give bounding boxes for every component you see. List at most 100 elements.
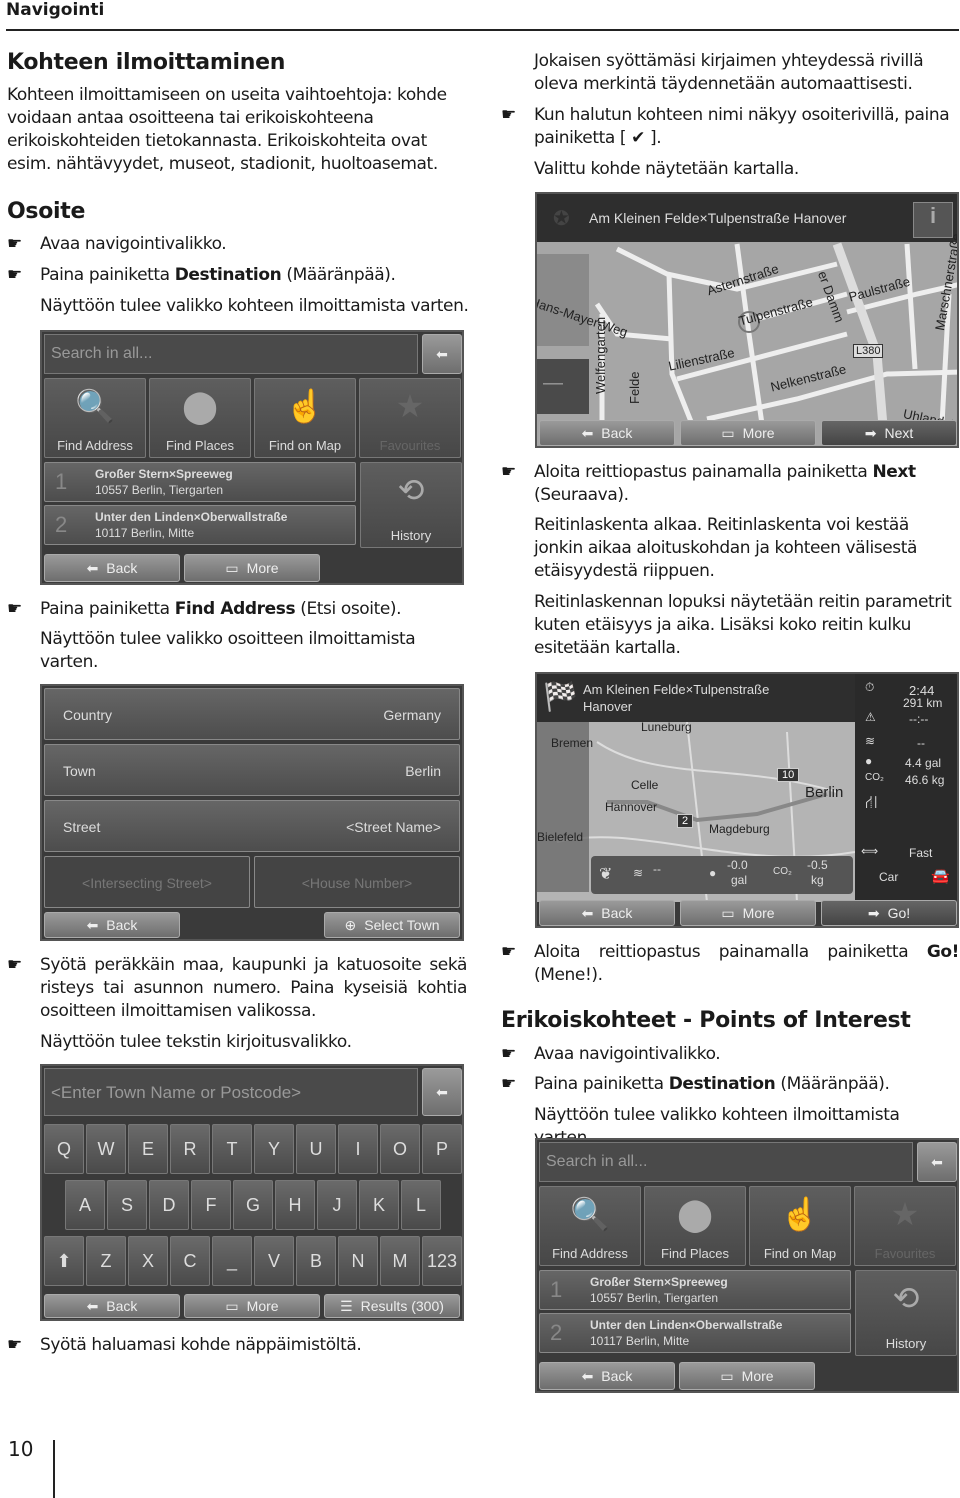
tile-find-address[interactable]: 🔍 Find Address	[44, 378, 146, 458]
key[interactable]: M	[380, 1236, 420, 1286]
pin-icon: ⬤	[677, 1196, 713, 1232]
town-input[interactable]: <Enter Town Name or Postcode>	[44, 1068, 418, 1116]
back-button[interactable]: ⬅ Back	[44, 1294, 180, 1318]
map-screenshot: ✪ Am Kleinen Felde×Tulpenstraße Hanover …	[535, 192, 959, 448]
divider	[53, 1440, 55, 1498]
back-button[interactable]: ⬅ Back	[539, 1362, 675, 1390]
more-button[interactable]: ▭ More	[184, 1294, 320, 1318]
street-row[interactable]: Street <Street Name>	[44, 800, 460, 852]
hand-pointer-icon: ☛	[501, 1044, 516, 1064]
go-button[interactable]: ➡ Go!	[821, 900, 957, 926]
section-header: Navigointi	[6, 0, 105, 20]
note: Näyttöön tulee valikko kohteen ilmoittam…	[40, 296, 469, 316]
history-icon: ⟲	[397, 472, 425, 508]
note: Näyttöön tulee valikko osoitteen ilmoitt…	[40, 629, 416, 672]
house-number-row[interactable]: <House Number>	[254, 856, 460, 908]
more-button[interactable]: ▭ More	[680, 900, 816, 926]
country-row[interactable]: Country Germany	[44, 688, 460, 740]
tile-find-on-map[interactable]: ☝ Find on Map	[749, 1186, 851, 1266]
history-button[interactable]: ⟲ History	[360, 462, 462, 548]
key[interactable]: 123	[422, 1236, 462, 1286]
tile-favourites[interactable]: ★ Favourites	[359, 378, 461, 458]
road-number: 10	[777, 768, 800, 782]
key[interactable]: Y	[254, 1124, 294, 1174]
zoom-out-icon[interactable]: —	[543, 372, 563, 395]
tile-find-places[interactable]: ⬤ Find Places	[149, 378, 251, 458]
back-button[interactable]: ⬅ Back	[44, 554, 180, 582]
backspace-button[interactable]: ⬅	[917, 1142, 957, 1182]
key[interactable]: N	[338, 1236, 378, 1286]
tile-find-places[interactable]: ⬤ Find Places	[644, 1186, 746, 1266]
back-button[interactable]: ⬅ Back	[539, 420, 675, 446]
bullet: ☛ Syötä haluamasi kohde näppäimistöltä.	[7, 1335, 362, 1355]
key[interactable]: J	[317, 1180, 357, 1230]
history-item[interactable]: 1 Großer Stern×Spreeweg 10557 Berlin, Tier…	[44, 462, 356, 502]
tile-favourites[interactable]: ★ Favourites	[854, 1186, 956, 1266]
more-button[interactable]: ▭ More	[680, 420, 816, 446]
key[interactable]: D	[149, 1180, 189, 1230]
space-key[interactable]: _	[212, 1236, 252, 1286]
backspace-button[interactable]: ⬅	[422, 334, 462, 374]
bullet: ☛ Paina painiketta Find Address (Etsi oso…	[7, 599, 402, 619]
back-button[interactable]: ⬅ Back	[44, 912, 180, 938]
intro-text: Kohteen ilmoittamiseen on useita vaihtoe…	[7, 85, 447, 174]
key[interactable]: H	[275, 1180, 315, 1230]
key[interactable]: V	[254, 1236, 294, 1286]
back-button[interactable]: ⬅ Back	[539, 900, 675, 926]
key[interactable]: G	[233, 1180, 273, 1230]
info-button[interactable]: i	[913, 202, 953, 238]
more-icon: ▭	[721, 424, 735, 441]
key[interactable]: R	[170, 1124, 210, 1174]
key[interactable]: I	[338, 1124, 378, 1174]
key[interactable]: T	[212, 1124, 252, 1174]
history-item[interactable]: 1 Großer Stern×Spreeweg 10557 Berlin, Tier…	[539, 1270, 851, 1310]
key[interactable]: P	[422, 1124, 462, 1174]
hand-pointer-icon: ☛	[7, 1335, 22, 1355]
history-button[interactable]: ⟲ History	[855, 1270, 957, 1356]
key[interactable]: E	[128, 1124, 168, 1174]
next-button[interactable]: ➡ Next	[821, 420, 957, 446]
bullet: ☛ Avaa navigointivalikko.	[7, 234, 227, 254]
key[interactable]: U	[296, 1124, 336, 1174]
town-row[interactable]: Town Berlin	[44, 744, 460, 796]
key[interactable]: Q	[44, 1124, 84, 1174]
search-input[interactable]: Search in all...	[539, 1142, 913, 1182]
note: Reitinlaskennan lopuksi näytetään reitin…	[534, 592, 952, 658]
key[interactable]: C	[170, 1236, 210, 1286]
tile-find-on-map[interactable]: ☝ Find on Map	[254, 378, 356, 458]
key[interactable]: S	[107, 1180, 147, 1230]
city-label: Berlin	[805, 784, 844, 801]
key[interactable]: B	[296, 1236, 336, 1286]
route-type-icon: ⟺	[861, 844, 879, 858]
bullet: ☛ Kun halutun kohteen nimi näkyy osoiteri…	[501, 105, 950, 148]
history-item[interactable]: 2 Unter den Linden×Oberwallstraße 10117 Be…	[539, 1313, 851, 1353]
bullet: ☛ Syötä peräkkäin maa, kaupunki ja katuos…	[7, 955, 467, 1021]
search-input[interactable]: Search in all...	[44, 334, 418, 374]
pin-icon: ⬤	[182, 388, 218, 424]
results-button[interactable]: ☰ Results (300)	[324, 1294, 460, 1318]
magnifier-icon: 🔍	[75, 388, 115, 424]
tile-find-address[interactable]: 🔍 Find Address	[539, 1186, 641, 1266]
backspace-icon: ⬅	[436, 1083, 448, 1100]
more-button[interactable]: ▭ More	[679, 1362, 815, 1390]
key[interactable]: K	[359, 1180, 399, 1230]
more-icon: ▭	[721, 904, 735, 921]
key[interactable]: Z	[86, 1236, 126, 1286]
key[interactable]: A	[65, 1180, 105, 1230]
backspace-button[interactable]: ⬅	[422, 1068, 462, 1116]
shift-key[interactable]: ⬆	[44, 1236, 84, 1286]
select-town-button[interactable]: ⊕ Select Town	[324, 912, 460, 938]
key[interactable]: O	[380, 1124, 420, 1174]
key[interactable]: F	[191, 1180, 231, 1230]
page-number: 10	[8, 1437, 34, 1461]
key[interactable]: X	[128, 1236, 168, 1286]
destination-menu-screenshot: Search in all... ⬅ 🔍 Find Address ⬤ Find Plac…	[40, 330, 464, 585]
key[interactable]: L	[401, 1180, 441, 1230]
history-item[interactable]: 2 Unter den Linden×Oberwallstraße 10117 Be…	[44, 505, 356, 545]
key[interactable]: W	[86, 1124, 126, 1174]
backspace-icon: ⬅	[436, 345, 448, 362]
intersecting-street-row[interactable]: <Intersecting Street>	[44, 856, 250, 908]
more-button[interactable]: ▭ More	[184, 554, 320, 582]
leaf-icon: ❦	[599, 866, 613, 883]
list-icon: ☰	[340, 1297, 353, 1314]
